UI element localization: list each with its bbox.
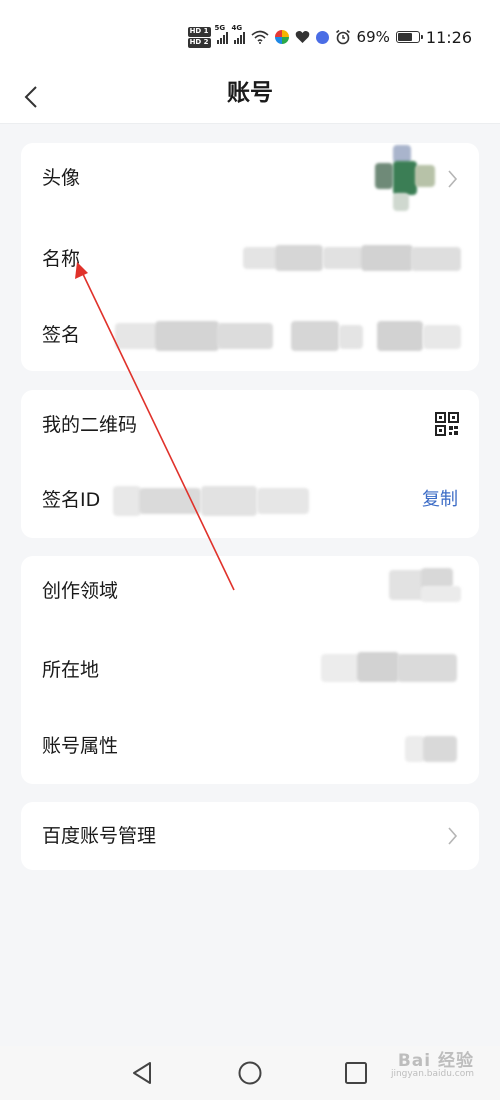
qr-code-icon xyxy=(435,412,459,436)
qr-code-row[interactable]: 我的二维码 xyxy=(21,390,479,460)
signature-row[interactable]: 签名 xyxy=(21,299,479,371)
sign-id-value-redacted xyxy=(113,484,313,518)
avatar-row[interactable]: 头像 xyxy=(21,143,479,223)
status-time: 11:26 xyxy=(425,27,472,47)
domain-value-redacted xyxy=(381,568,471,604)
baidu-account-manage-label: 百度账号管理 xyxy=(42,825,157,847)
page-title: 账号 xyxy=(227,80,273,106)
qr-code-label: 我的二维码 xyxy=(42,414,138,436)
chevron-right-icon xyxy=(448,827,458,845)
hd1-badge: HD 1 xyxy=(187,26,211,37)
location-row[interactable]: 所在地 xyxy=(21,630,479,710)
account-type-row: 账号属性 xyxy=(21,708,479,784)
sign-id-row: 签名ID 复制 xyxy=(21,462,479,538)
name-label: 名称 xyxy=(42,248,81,270)
copy-button[interactable]: 复制 xyxy=(422,462,458,538)
info-card: 创作领域 所在地 账号属性 xyxy=(21,556,479,784)
avatar-image xyxy=(371,143,443,213)
profile-card: 头像 名称 签名 xyxy=(21,143,479,371)
signal-4g-icon: 4G xyxy=(232,24,245,44)
nav-recents-icon[interactable] xyxy=(343,1060,369,1086)
signal-5g-icon: 5G xyxy=(215,24,228,44)
status-icons: HD 1 HD 2 5G 4G 69% 11:26 xyxy=(187,24,472,50)
battery-icon xyxy=(395,31,423,43)
domain-row[interactable]: 创作领域 xyxy=(21,556,479,636)
domain-label: 创作领域 xyxy=(42,580,119,602)
watermark-url: jingyan.baidu.com xyxy=(390,1069,474,1079)
manage-card: 百度账号管理 xyxy=(21,802,479,870)
status-bar: HD 1 HD 2 5G 4G 69% 11:26 xyxy=(0,0,500,70)
qr-card: 我的二维码 签名ID 复制 xyxy=(21,390,479,538)
signature-value-redacted xyxy=(115,319,465,355)
battery-percent: 69% xyxy=(356,28,390,46)
hd2-badge: HD 2 xyxy=(187,37,211,48)
account-type-label: 账号属性 xyxy=(42,735,119,757)
music-app-icon xyxy=(315,30,329,44)
wifi-icon xyxy=(251,30,269,44)
location-value-redacted xyxy=(321,650,461,686)
battery-fill xyxy=(397,33,412,41)
hd-indicators: HD 1 HD 2 xyxy=(187,26,211,48)
name-row[interactable]: 名称 xyxy=(21,219,479,299)
name-value-redacted xyxy=(243,243,479,275)
watermark-brand: Bai 经验 xyxy=(397,1051,474,1071)
baidu-account-manage-row[interactable]: 百度账号管理 xyxy=(21,802,479,870)
sign-id-label: 签名ID xyxy=(42,489,101,511)
chevron-right-icon xyxy=(448,170,458,188)
nav-back-icon[interactable] xyxy=(130,1060,156,1086)
account-type-value-redacted xyxy=(405,734,461,764)
colorful-app-icon xyxy=(274,30,289,44)
nav-home-icon[interactable] xyxy=(237,1060,263,1086)
page-header: 账号 xyxy=(0,70,500,124)
signature-label: 签名 xyxy=(42,324,81,346)
baidu-jingyan-watermark: Bai 经验 jingyan.baidu.com xyxy=(391,1046,474,1079)
avatar-label: 头像 xyxy=(42,167,81,189)
alarm-icon xyxy=(335,29,350,45)
health-heart-icon xyxy=(295,31,309,43)
location-label: 所在地 xyxy=(42,659,100,681)
